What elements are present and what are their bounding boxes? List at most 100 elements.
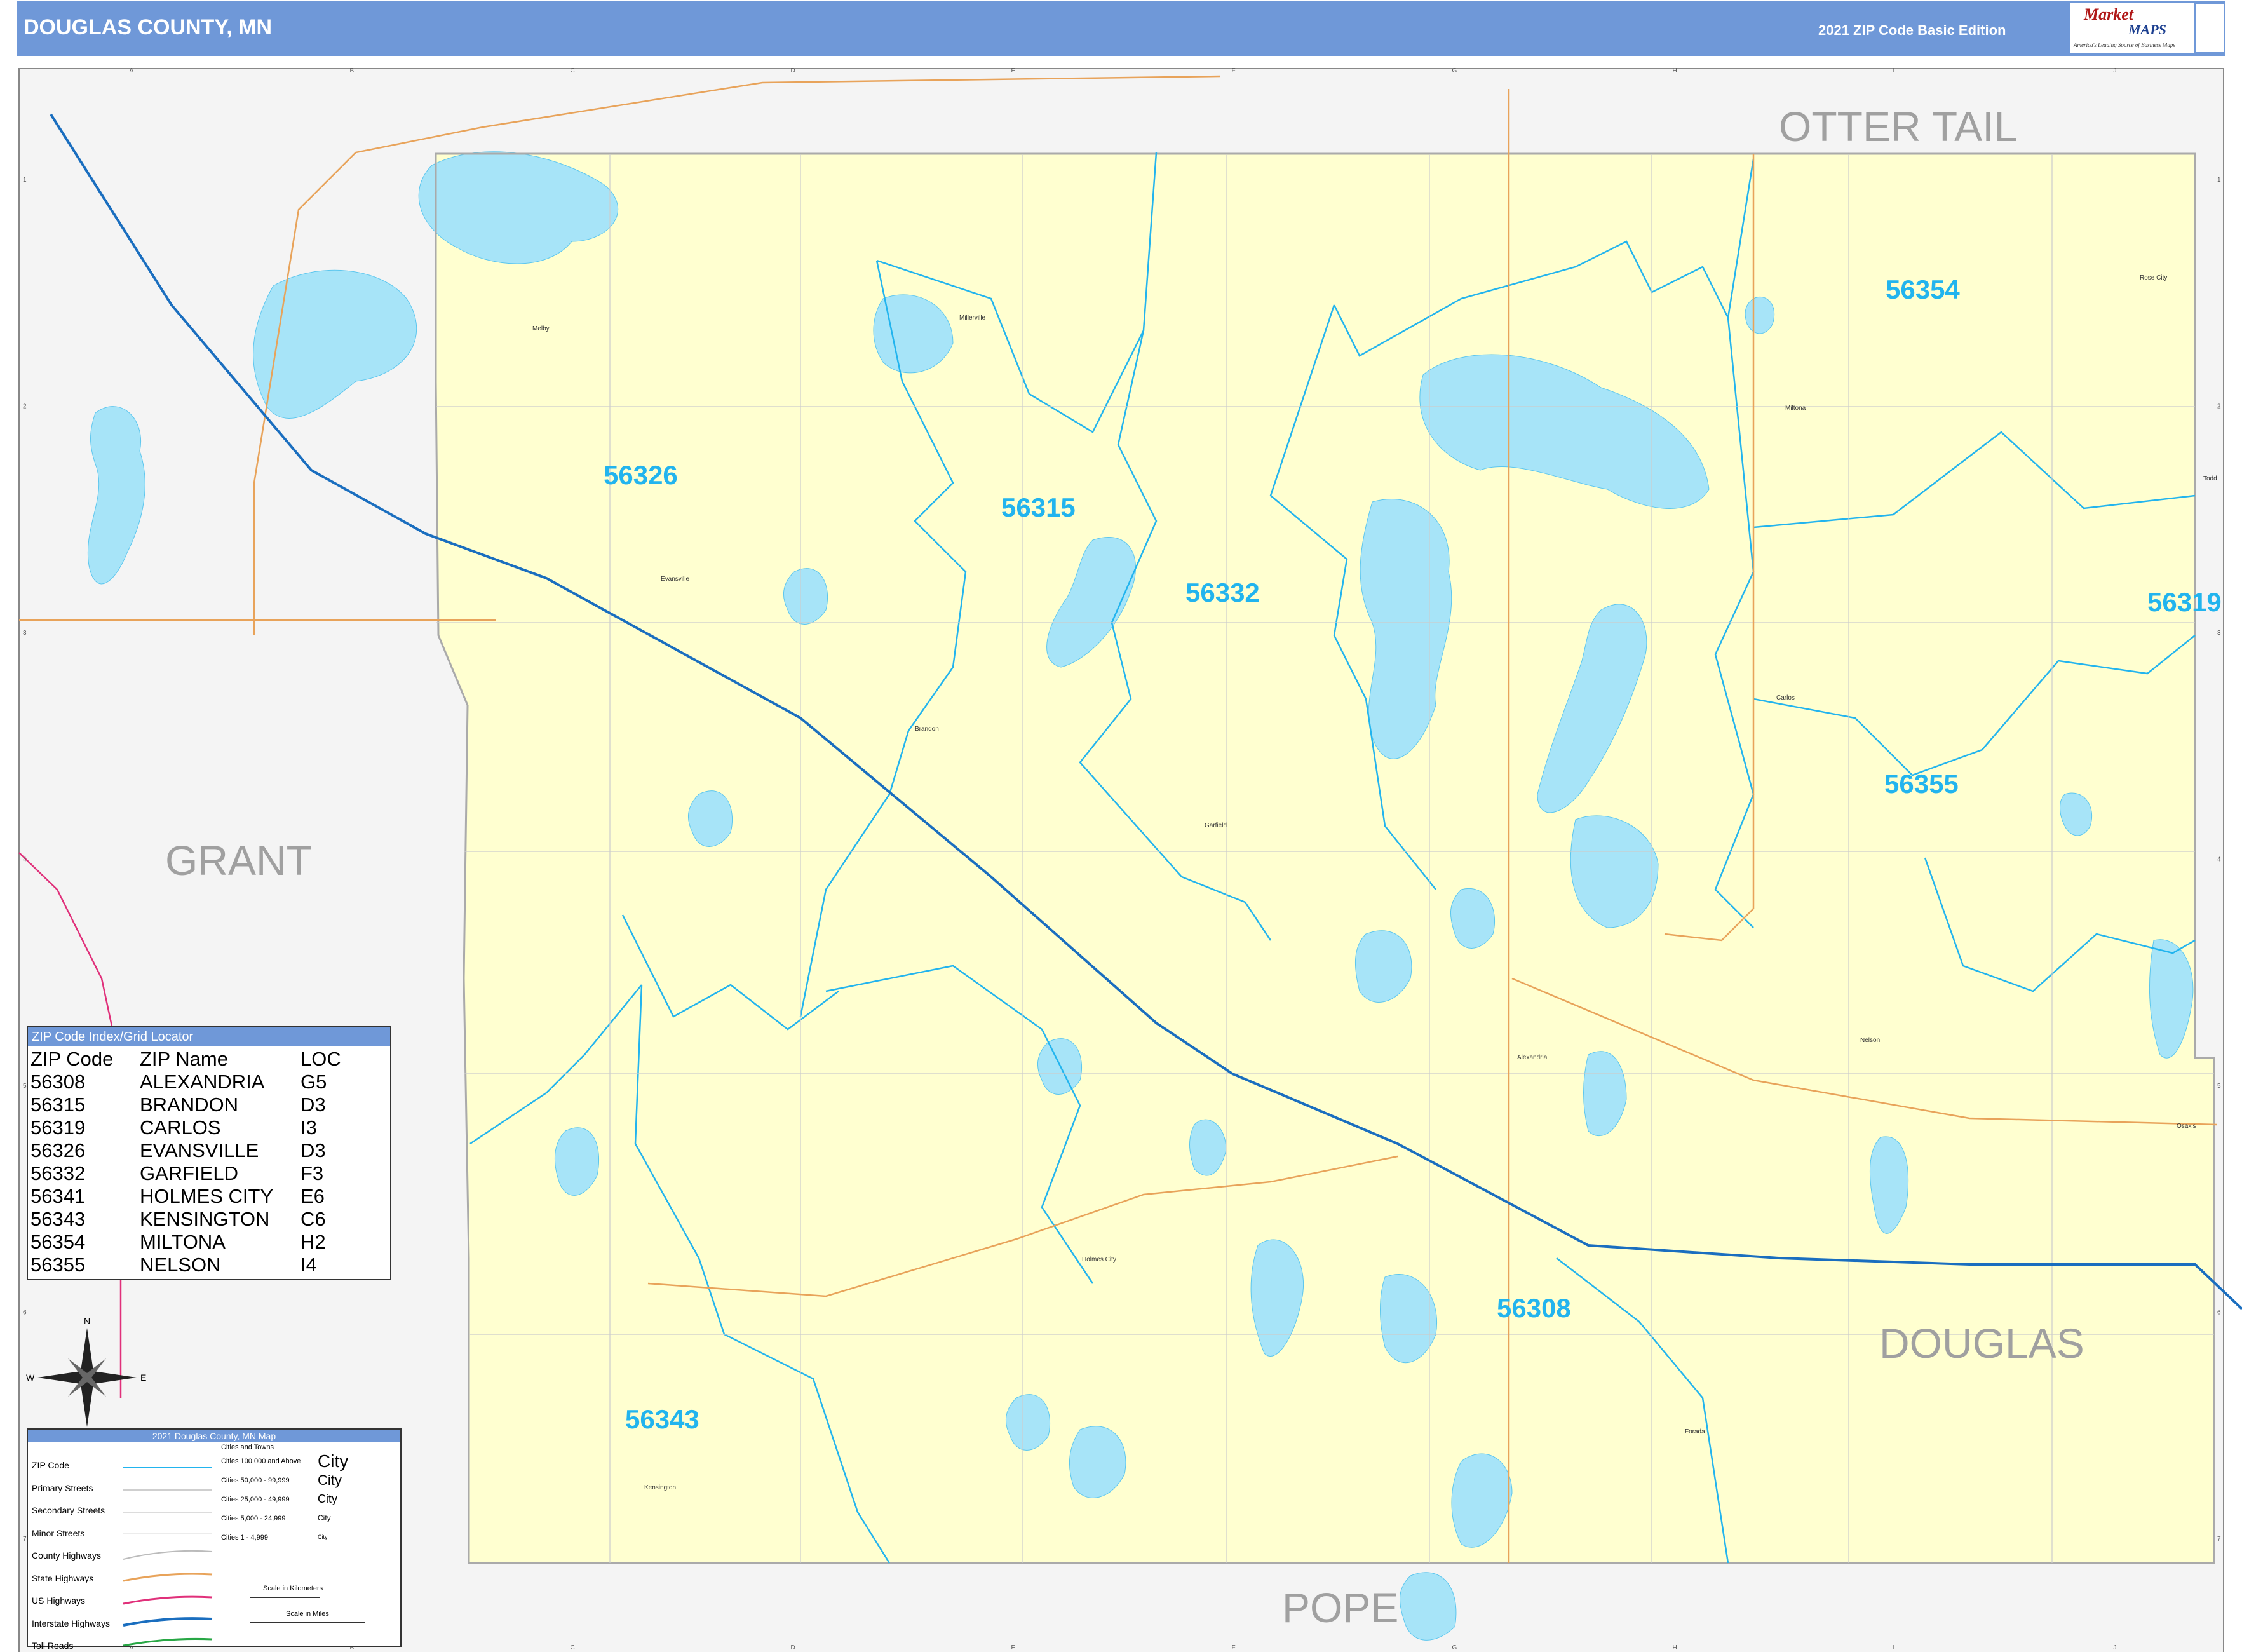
legend-item: US Highways	[32, 1595, 86, 1606]
grid-column-label: D	[791, 67, 795, 74]
zip-loc-cell: D3	[301, 1139, 326, 1161]
zip-code-cell: 56308	[30, 1071, 86, 1093]
grid-column-label: H	[1673, 67, 1677, 74]
legend-city-size: Cities 1 - 4,999	[221, 1534, 268, 1541]
legend-city-sample: City	[318, 1472, 342, 1488]
zip-code-cell: 56355	[30, 1254, 86, 1276]
zip-loc-cell: F3	[301, 1162, 324, 1184]
grid-column-label: E	[1011, 67, 1016, 74]
town-label: Melby	[532, 325, 550, 332]
grid-row-label: 1	[2217, 177, 2221, 184]
grid-column-label: F	[1232, 1644, 1236, 1651]
scale-mi-label: Scale in Miles	[286, 1610, 329, 1618]
zip-label: 56354	[1886, 274, 1960, 304]
legend-title: 2021 Douglas County, MN Map	[28, 1430, 400, 1442]
grid-row-label: 4	[2217, 856, 2221, 863]
zip-code-cell: 56319	[30, 1116, 86, 1139]
legend-item: Interstate Highways	[32, 1618, 110, 1628]
zip-loc-cell: I4	[301, 1254, 317, 1276]
zip-name-cell: MILTONA	[140, 1231, 226, 1253]
zip-label: 56315	[1001, 492, 1076, 522]
town-label: Holmes City	[1082, 1256, 1116, 1263]
town-label: Garfield	[1205, 822, 1227, 829]
zip-index-row: 56315 BRANDON D3	[30, 1093, 377, 1116]
grid-row-label: 3	[2217, 630, 2221, 637]
compass-label-west: W	[26, 1372, 35, 1383]
zip-loc-cell: G5	[301, 1071, 327, 1093]
legend-cities-title: Cities and Towns	[221, 1444, 274, 1451]
grid-row-label: 6	[2217, 1309, 2221, 1316]
legend-city-size: Cities 100,000 and Above	[221, 1458, 301, 1465]
grid-row-label: 2	[2217, 403, 2221, 410]
zip-index-row: 56319 CARLOS I3	[30, 1116, 377, 1139]
zip-loc-cell: E6	[301, 1185, 325, 1207]
county-label-grant: GRANT	[165, 837, 312, 884]
town-label: Todd	[2203, 475, 2217, 482]
zip-name-cell: ALEXANDRIA	[140, 1071, 265, 1093]
county-map[interactable]: OTTER TAIL GRANT DOUGLAS POPE 56354 5632…	[0, 0, 2242, 1652]
zip-name-cell: EVANSVILLE	[140, 1139, 259, 1161]
town-label: Alexandria	[1517, 1054, 1548, 1061]
town-label: Rose City	[2140, 274, 2167, 281]
zip-name-cell: NELSON	[140, 1254, 221, 1276]
town-label: Forada	[1685, 1428, 1705, 1435]
town-label: Millerville	[959, 315, 986, 322]
legend-item: Secondary Streets	[32, 1505, 105, 1515]
zip-loc-cell: I3	[301, 1116, 317, 1139]
zip-index-row: 56343 KENSINGTON C6	[30, 1208, 377, 1231]
grid-column-label: C	[571, 67, 575, 74]
zip-index-table: ZIP Code ZIP Name LOC 56308 ALEXANDRIA G5 5…	[30, 1048, 377, 1276]
grid-row-label: 5	[2217, 1083, 2221, 1090]
zip-index-row: 56332 GARFIELD F3	[30, 1162, 377, 1185]
grid-column-label: A	[130, 67, 134, 74]
legend-city-sample: City	[318, 1451, 349, 1471]
legend-panel: 2021 Douglas County, MN Map ZIP Code Prim…	[27, 1428, 402, 1651]
legend-item: Minor Streets	[32, 1527, 85, 1538]
zip-index-title: ZIP Code Index/Grid Locator	[28, 1027, 390, 1046]
zip-index-panel: ZIP Code Index/Grid Locator ZIP Code ZIP…	[27, 1026, 391, 1280]
zip-label: 56355	[1884, 769, 1959, 799]
zip-loc-cell: H2	[301, 1231, 326, 1253]
grid-column-label: G	[1452, 1644, 1457, 1651]
zip-index-row: 56355 NELSON I4	[30, 1254, 377, 1276]
col-header-zip: ZIP Code	[30, 1048, 114, 1070]
county-label-pope: POPE	[1282, 1584, 1398, 1631]
zip-code-cell: 56343	[30, 1208, 86, 1230]
county-label-douglas: DOUGLAS	[1879, 1320, 2084, 1367]
legend-city-size: Cities 25,000 - 49,999	[221, 1496, 290, 1503]
zip-code-cell: 56326	[30, 1139, 86, 1161]
zip-index-row: 56308 ALEXANDRIA G5	[30, 1071, 377, 1093]
zip-label: 56326	[604, 460, 678, 490]
zip-name-cell: KENSINGTON	[140, 1208, 270, 1230]
col-header-name: ZIP Name	[140, 1048, 228, 1070]
county-label-otter-tail: OTTER TAIL	[1779, 103, 2017, 150]
grid-row-label: 2	[23, 403, 27, 410]
legend-city-sample: City	[318, 1533, 328, 1540]
zip-code-cell: 56354	[30, 1231, 86, 1253]
compass-label-north: N	[84, 1316, 90, 1326]
col-header-loc: LOC	[301, 1048, 341, 1070]
zip-index-row: 56326 EVANSVILLE D3	[30, 1139, 377, 1162]
grid-column-label: I	[1893, 67, 1895, 74]
legend-item: Primary Streets	[32, 1482, 93, 1493]
grid-column-label: C	[571, 1644, 575, 1651]
grid-column-label: H	[1673, 1644, 1677, 1651]
scale-km-label: Scale in Kilometers	[263, 1585, 323, 1592]
zip-code-cell: 56315	[30, 1093, 86, 1116]
grid-column-label: D	[791, 1644, 795, 1651]
town-label: Osakis	[2177, 1123, 2196, 1130]
legend-swatches	[123, 1467, 365, 1646]
zip-code-cell: 56341	[30, 1185, 86, 1207]
town-label: Kensington	[644, 1484, 676, 1491]
legend-item: County Highways	[32, 1550, 101, 1561]
zip-name-cell: BRANDON	[140, 1093, 239, 1116]
grid-column-label: G	[1452, 67, 1457, 74]
zip-loc-cell: D3	[301, 1093, 326, 1116]
zip-name-cell: GARFIELD	[140, 1162, 239, 1184]
legend-item: ZIP Code	[32, 1460, 69, 1470]
grid-column-label: J	[2114, 67, 2117, 74]
grid-row-label: 4	[23, 856, 27, 863]
legend-item: State Highways	[32, 1573, 94, 1583]
grid-column-label: I	[1893, 1644, 1895, 1651]
zip-label: 56308	[1497, 1293, 1571, 1323]
